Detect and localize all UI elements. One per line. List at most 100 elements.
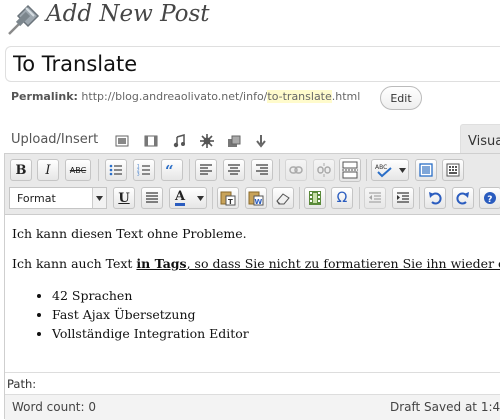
add-video-icon[interactable] xyxy=(144,134,158,148)
content-paragraph: Ich kann auch Text in Tags, so dass Sie … xyxy=(12,256,500,272)
align-left-button[interactable] xyxy=(195,159,217,181)
add-image-icon[interactable] xyxy=(115,134,129,148)
list-item: 42 Sprachen xyxy=(52,286,500,305)
numbered-list-button[interactable]: 123 xyxy=(133,159,155,181)
draft-saved-status: Draft Saved at 1:4 xyxy=(390,400,500,414)
indent-button[interactable] xyxy=(392,187,414,209)
svg-text:W: W xyxy=(255,198,263,206)
permalink-row: Permalink: http://blog.andreaolivato.net… xyxy=(11,90,360,103)
post-title-input[interactable] xyxy=(5,46,500,82)
outdent-icon xyxy=(369,192,381,203)
help-button[interactable]: ? xyxy=(479,187,500,209)
text-color-label: A xyxy=(175,189,186,206)
unlink-button[interactable] xyxy=(313,159,335,181)
align-right-button[interactable] xyxy=(251,159,273,181)
chevron-down-icon xyxy=(197,196,204,201)
blockquote-button[interactable]: “ xyxy=(161,159,183,181)
page-header: Add New Post xyxy=(0,0,500,40)
insert-media-button[interactable] xyxy=(304,187,326,209)
insert-more-button[interactable] xyxy=(339,158,361,182)
download-icon[interactable] xyxy=(254,134,268,148)
special-char-button[interactable]: Ω xyxy=(331,187,353,209)
align-center-button[interactable] xyxy=(223,159,245,181)
path-bar: Path: xyxy=(5,372,500,394)
paste-text-icon: T xyxy=(220,191,236,206)
eraser-icon xyxy=(276,193,290,205)
toolbar-separator xyxy=(299,187,300,209)
text-color-button[interactable]: A xyxy=(169,187,207,209)
format-select[interactable]: Format xyxy=(9,187,107,209)
strikethrough-button[interactable]: ABC xyxy=(65,159,91,181)
align-center-icon xyxy=(228,164,240,175)
upload-insert-label: Upload/Insert xyxy=(11,132,99,147)
edit-permalink-button[interactable]: Edit xyxy=(380,86,422,110)
add-file-icon[interactable] xyxy=(227,134,241,148)
kitchen-sink-button[interactable] xyxy=(442,159,464,181)
justify-button[interactable] xyxy=(141,187,163,209)
toolbar-separator xyxy=(359,187,360,209)
redo-button[interactable] xyxy=(452,187,474,209)
permalink-url-suffix: .html xyxy=(331,90,361,103)
underline-button[interactable]: U xyxy=(113,187,135,209)
status-bar: Word count: 0 Draft Saved at 1:4 xyxy=(5,394,500,420)
media-buttons: Upload/Insert xyxy=(0,128,500,154)
word-count: Word count: 0 xyxy=(12,400,97,414)
paste-word-button[interactable]: W xyxy=(245,187,267,209)
fullscreen-button[interactable] xyxy=(415,159,437,181)
add-audio-icon[interactable] xyxy=(172,134,186,148)
link-icon xyxy=(289,166,303,174)
svg-text:3: 3 xyxy=(137,172,140,177)
align-left-icon xyxy=(200,164,212,175)
undo-icon xyxy=(429,192,442,205)
toolbar-separator xyxy=(279,159,280,181)
italic-button[interactable]: I xyxy=(37,159,59,181)
content-bullet-list: 42 Sprachen Fast Ajax Übersetzung Vollst… xyxy=(52,286,500,343)
undo-button[interactable] xyxy=(424,187,446,209)
path-label: Path: xyxy=(7,377,37,391)
blockquote-icon: “ xyxy=(165,163,174,177)
outdent-button[interactable] xyxy=(364,187,386,209)
svg-text:?: ? xyxy=(487,195,492,205)
content-bold-text: in Tags xyxy=(136,256,187,271)
spellcheck-icon: ABC xyxy=(375,164,392,178)
unlink-icon xyxy=(317,163,331,177)
align-right-icon xyxy=(256,164,268,175)
kitchen-sink-icon xyxy=(446,163,460,177)
paste-text-button[interactable]: T xyxy=(217,187,239,209)
svg-text:“: “ xyxy=(165,163,174,177)
permalink-label: Permalink: xyxy=(11,90,78,103)
toolbar-separator xyxy=(189,159,190,181)
numbered-list-icon: 123 xyxy=(137,164,150,177)
toolbar-separator xyxy=(419,187,420,209)
align-justify-icon xyxy=(146,192,158,203)
tab-visual[interactable]: Visua xyxy=(460,124,500,155)
spellcheck-button[interactable]: ABC xyxy=(371,159,409,181)
svg-text:ABC: ABC xyxy=(375,164,387,171)
pushpin-icon xyxy=(8,4,40,35)
toolbar-separator xyxy=(98,159,99,181)
list-item: Vollständige Integration Editor xyxy=(52,324,500,343)
format-select-value: Format xyxy=(17,192,56,205)
more-tag-icon xyxy=(342,161,358,179)
content-text: , so dass Sie nicht zu formatieren Sie i… xyxy=(186,256,500,271)
remove-format-button[interactable] xyxy=(272,187,294,209)
post-editor: B I ABC 123 “ ABC Format U A T W Ω ? Ich… xyxy=(4,153,500,420)
bullet-list-button[interactable] xyxy=(105,159,127,181)
bold-button[interactable]: B xyxy=(10,159,32,181)
paste-word-icon: W xyxy=(248,191,264,206)
permalink-slug[interactable]: to-translate xyxy=(267,90,332,103)
toolbar-separator xyxy=(366,159,367,181)
editor-content-area[interactable]: Ich kann diesen Text ohne Probleme. Ich … xyxy=(5,216,500,372)
insert-link-button[interactable] xyxy=(285,159,307,181)
toolbar-separator xyxy=(212,187,213,209)
add-media-icon[interactable] xyxy=(200,134,214,148)
film-icon xyxy=(309,191,321,205)
redo-icon xyxy=(456,192,469,205)
chevron-down-icon xyxy=(399,168,406,173)
help-icon: ? xyxy=(484,192,496,205)
bullet-list-icon xyxy=(109,164,122,176)
permalink-url-prefix: http://blog.andreaolivato.net/info/ xyxy=(81,90,268,103)
page-title: Add New Post xyxy=(46,1,210,27)
list-item: Fast Ajax Übersetzung xyxy=(52,305,500,324)
chevron-down-icon xyxy=(92,188,106,208)
